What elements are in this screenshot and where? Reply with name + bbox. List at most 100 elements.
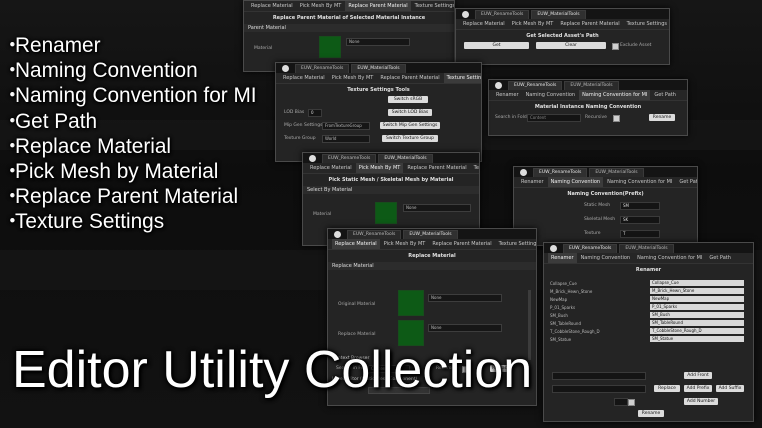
asset-name-label: NewMap: [550, 297, 568, 302]
exclude-asset-checkbox[interactable]: [612, 43, 619, 50]
replace-material-dropdown[interactable]: None: [428, 324, 502, 332]
tab-replace-material[interactable]: Replace Material: [280, 73, 328, 83]
prefix-row-input[interactable]: SM: [620, 202, 660, 210]
tab-replace-parent[interactable]: Replace Parent Material: [404, 163, 469, 173]
tab-get-path[interactable]: Get Path: [706, 253, 733, 263]
asset-name-input[interactable]: Collapse_Cue: [650, 280, 744, 286]
asset-name-input[interactable]: T_CobbleStone_Rough_D: [650, 328, 744, 334]
feature-item: ・Texture Settings: [2, 210, 165, 234]
material-dropdown[interactable]: None: [403, 204, 471, 212]
asset-name-input[interactable]: M_Brick_Hewn_Stone: [650, 288, 744, 294]
tab-pick-mesh[interactable]: Pick Mesh By MT: [509, 19, 557, 29]
lod-bias-field[interactable]: 0: [308, 109, 322, 117]
doc-tab-rename-tools[interactable]: EUW_RenameTools: [295, 64, 350, 73]
doc-tab-material-tools[interactable]: EUW_MaterialTools: [564, 81, 619, 90]
bullet: ・: [2, 84, 23, 108]
doc-tab-rename-tools[interactable]: EUW_RenameTools: [508, 81, 563, 90]
tab-naming-convention[interactable]: Naming Convention: [547, 177, 604, 187]
tab-replace-material[interactable]: Replace Material: [332, 239, 380, 249]
texture-settings-window: EUW_RenameTools EUW_MaterialTools Replac…: [275, 62, 482, 162]
tab-texture-settings[interactable]: Texture Settings: [471, 163, 479, 173]
tab-naming-convention[interactable]: Naming Convention: [578, 253, 634, 263]
prefix-row-input[interactable]: SK: [620, 216, 660, 224]
doc-tab-rename-tools[interactable]: EUW_RenameTools: [533, 168, 588, 177]
tab-texture-settings[interactable]: Texture Settings: [496, 239, 536, 249]
number-checkbox[interactable]: [628, 399, 635, 406]
replace-button[interactable]: Replace: [654, 385, 680, 392]
original-material-dropdown[interactable]: None: [428, 294, 502, 302]
tab-get-path[interactable]: Get Path: [651, 90, 678, 100]
clear-button[interactable]: Clear: [536, 42, 606, 49]
tab-replace-parent[interactable]: Replace Parent Material: [377, 73, 442, 83]
asset-name-label: M_Brick_Hewn_Stone: [550, 289, 593, 294]
tab-replace-material[interactable]: Replace Material: [248, 1, 296, 11]
asset-name-input[interactable]: SM_TableRound: [650, 320, 744, 326]
get-button[interactable]: Get: [464, 42, 529, 49]
asset-name-input[interactable]: SM_Bush: [650, 312, 744, 318]
doc-tab-rename-tools[interactable]: EUW_RenameTools: [322, 154, 377, 163]
feature-item: ・Renamer: [2, 34, 101, 57]
tab-replace-material[interactable]: Replace Material: [460, 19, 508, 29]
tab-pick-mesh[interactable]: Pick Mesh By MT: [381, 239, 429, 249]
doc-tab-material-tools[interactable]: EUW_MaterialTools: [619, 244, 674, 253]
switch-lod-button[interactable]: Switch LOD Bias: [388, 109, 432, 116]
tab-renamer[interactable]: Renamer: [493, 90, 522, 100]
tab-texture-settings[interactable]: Texture Settings: [624, 19, 669, 29]
doc-tab-material-tools[interactable]: EUW_MaterialTools: [378, 154, 433, 163]
tab-naming-mi[interactable]: Naming Convention for MI: [604, 177, 675, 187]
mip-gen-dropdown[interactable]: FromTextureGroup: [322, 122, 370, 130]
section-header[interactable]: Replace Material: [328, 262, 536, 270]
tab-renamer[interactable]: Renamer: [548, 253, 577, 263]
add-number-button[interactable]: Add Number: [684, 398, 718, 405]
material-dropdown[interactable]: None: [346, 38, 410, 46]
add-front-input[interactable]: [552, 372, 646, 380]
recursive-checkbox[interactable]: [613, 115, 620, 122]
replace-input[interactable]: [552, 385, 646, 393]
add-front-button[interactable]: Add Front: [684, 372, 712, 379]
feature-list: ・Renamer ・Naming Convention ・Naming Conv…: [2, 33, 257, 235]
tab-pick-mesh[interactable]: Pick Mesh By MT: [355, 163, 404, 173]
tab-pick-mesh[interactable]: Pick Mesh By MT: [329, 73, 377, 83]
exclude-asset-label: Exclude Asset: [620, 43, 652, 48]
tab-naming-mi[interactable]: Naming Convention for MI: [579, 90, 651, 100]
tab-replace-parent[interactable]: Replace Parent Material: [557, 19, 622, 29]
doc-tab-material-tools[interactable]: EUW_MaterialTools: [589, 168, 644, 177]
tab-replace-parent[interactable]: Replace Parent Material: [345, 1, 411, 11]
add-suffix-button[interactable]: Add Suffix: [716, 385, 744, 392]
number-input[interactable]: [614, 398, 628, 406]
asset-name-input[interactable]: SM_Statue: [650, 336, 744, 342]
search-folder-input[interactable]: Content: [527, 114, 581, 122]
doc-tab-material-tools[interactable]: EUW_MaterialTools: [351, 64, 406, 73]
window-titlebar: EUW_RenameTools EUW_MaterialTools: [328, 229, 536, 239]
original-material-label: Original Material: [338, 302, 376, 307]
rename-button[interactable]: Rename: [638, 410, 664, 417]
switch-srgb-button[interactable]: Switch sRGB: [388, 96, 428, 103]
tab-replace-parent[interactable]: Replace Parent Material: [429, 239, 494, 249]
doc-tab-rename-tools[interactable]: EUW_RenameTools: [475, 10, 530, 19]
recursive-label: Recursive: [585, 115, 607, 120]
tab-texture-settings[interactable]: Texture Settings: [412, 1, 454, 11]
doc-tab-material-tools[interactable]: EUW_MaterialTools: [531, 10, 586, 19]
asset-name-input[interactable]: P_01_Sparks: [650, 304, 744, 310]
asset-name-input[interactable]: NewMap: [650, 296, 744, 302]
doc-tab-material-tools[interactable]: EUW_MaterialTools: [403, 230, 458, 239]
switch-group-button[interactable]: Switch Texture Group: [382, 135, 438, 142]
section-header[interactable]: Select By Material: [303, 186, 479, 194]
tab-naming-mi[interactable]: Naming Convention for MI: [634, 253, 705, 263]
tool-tab-bar: Replace Material Pick Mesh By MT Replace…: [456, 19, 669, 30]
add-prefix-button[interactable]: Add Prefix: [684, 385, 712, 392]
switch-mip-button[interactable]: Switch Mip Gen Settings: [380, 122, 440, 129]
tool-tab-bar: Renamer Naming Convention Naming Convent…: [514, 177, 697, 188]
doc-tab-rename-tools[interactable]: EUW_RenameTools: [347, 230, 402, 239]
tab-texture-settings[interactable]: Texture Settings: [443, 73, 481, 83]
section-header[interactable]: Parent Material: [244, 24, 454, 32]
tab-get-path[interactable]: Get Path: [676, 177, 697, 187]
tab-replace-material[interactable]: Replace Material: [307, 163, 355, 173]
texture-group-dropdown[interactable]: World: [322, 135, 370, 143]
tab-naming-convention[interactable]: Naming Convention: [523, 90, 579, 100]
doc-tab-rename-tools[interactable]: EUW_RenameTools: [563, 244, 618, 253]
tab-renamer[interactable]: Renamer: [518, 177, 547, 187]
tab-pick-mesh[interactable]: Pick Mesh By MT: [297, 1, 345, 11]
rename-button[interactable]: Rename: [649, 114, 675, 121]
prefix-row-input[interactable]: T: [620, 230, 660, 238]
